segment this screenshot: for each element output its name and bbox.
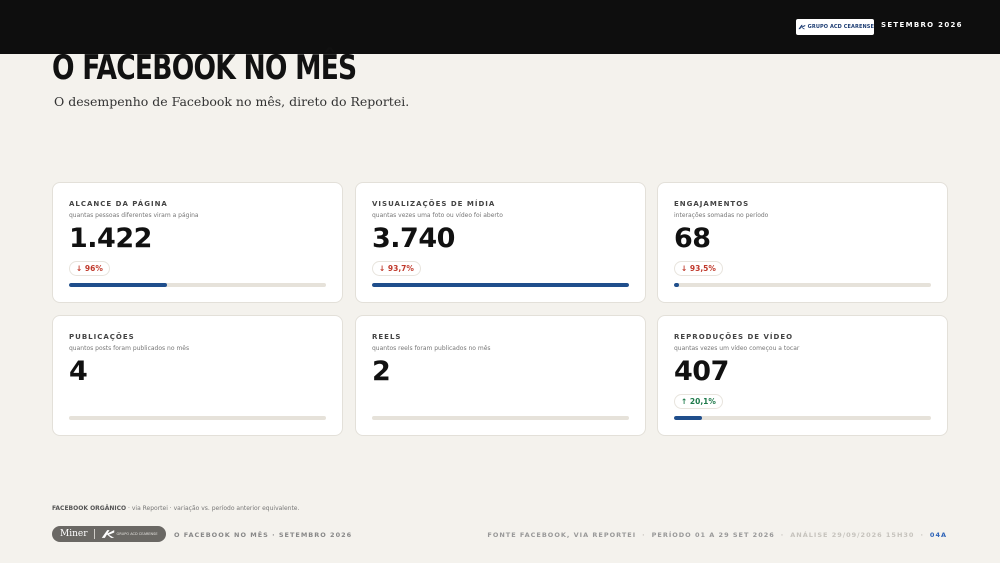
metric-card-alcance: ALCANCE DA PÁGINA quantas pessoas difere…	[52, 182, 343, 303]
metric-description: quantos reels foram publicados no mês	[372, 345, 491, 352]
progress-fill	[674, 416, 703, 420]
metric-card-reels: REELS quantos reels foram publicados no …	[355, 315, 646, 436]
change-badge: ↓ 96%	[69, 261, 110, 276]
footer-separator: ·	[920, 531, 924, 539]
footer-meta: FONTE FACEBOOK, VIA REPORTEI · PERÍODO 0…	[487, 531, 947, 539]
progress-fill	[372, 283, 629, 287]
header-period: SETEMBRO 2026	[881, 21, 963, 29]
metric-label: ALCANCE DA PÁGINA	[69, 200, 168, 208]
change-badge: ↑ 20,1%	[674, 394, 723, 409]
metric-label: REELS	[372, 333, 402, 341]
change-badge: ↓ 93,5%	[674, 261, 723, 276]
footnote-text: · via Reportei · variação vs. período an…	[126, 505, 300, 512]
metric-value: 1.422	[69, 223, 152, 254]
brand-logo: GRUPO ACD CEARENSE	[796, 19, 874, 35]
footer-page-number: 04A	[929, 531, 947, 539]
footer-analysis: ANÁLISE 29/09/2026 15H30	[790, 531, 915, 539]
metric-description: quantas pessoas diferentes viram a págin…	[69, 212, 199, 219]
partner-mark-icon	[101, 530, 114, 538]
metric-card-reproducoes: REPRODUÇÕES DE VÍDEO quantas vezes um ví…	[657, 315, 948, 436]
change-badge: ↓ 93,7%	[372, 261, 421, 276]
metric-label: PUBLICAÇÕES	[69, 333, 135, 341]
progress-fill	[69, 283, 167, 287]
progress-track	[372, 283, 629, 287]
brand-logo-text: GRUPO ACD CEARENSE	[807, 24, 874, 30]
footer-logo: Miner GRUPO ACD CEARENSE	[52, 526, 166, 542]
metric-card-engajamentos: ENGAJAMENTOS interações somadas no perío…	[657, 182, 948, 303]
metric-value: 68	[674, 223, 711, 254]
footnote-source: FACEBOOK ORGÂNICO	[52, 505, 127, 512]
footnote: FACEBOOK ORGÂNICO · via Reportei · varia…	[52, 505, 299, 512]
progress-fill	[674, 283, 680, 287]
metric-value: 4	[69, 356, 88, 387]
footer-period: PERÍODO 01 A 29 SET 2026	[651, 531, 775, 539]
metric-value: 3.740	[372, 223, 455, 254]
footer-source: FONTE FACEBOOK, VIA REPORTEI	[487, 531, 637, 539]
footer-logo-text: Miner	[60, 529, 88, 539]
footer-logo-partner: GRUPO ACD CEARENSE	[116, 532, 158, 536]
page-subtitle: O desempenho de Facebook no mês, direto …	[54, 94, 410, 109]
progress-track	[674, 283, 931, 287]
progress-track	[69, 283, 326, 287]
metric-description: quantas vezes uma foto ou vídeo foi aber…	[372, 212, 503, 219]
progress-track	[372, 416, 629, 420]
metric-card-publicacoes: PUBLICAÇÕES quantos posts foram publicad…	[52, 315, 343, 436]
metric-value: 2	[372, 356, 391, 387]
metric-description: interações somadas no período	[674, 212, 769, 219]
footer-logo-divider	[93, 529, 95, 539]
metric-label: REPRODUÇÕES DE VÍDEO	[674, 333, 794, 341]
metric-label: VISUALIZAÇÕES DE MÍDIA	[372, 200, 496, 208]
brand-mark-icon	[798, 24, 806, 30]
metric-label: ENGAJAMENTOS	[674, 200, 750, 208]
progress-track	[674, 416, 931, 420]
metric-description: quantos posts foram publicados no mês	[69, 345, 190, 352]
metric-card-visualizacoes: VISUALIZAÇÕES DE MÍDIA quantas vezes uma…	[355, 182, 646, 303]
metric-value: 407	[674, 356, 729, 387]
metric-description: quantas vezes um vídeo começou a tocar	[674, 345, 800, 352]
footer-separator: ·	[642, 531, 646, 539]
progress-track	[69, 416, 326, 420]
footer-section-label: O FACEBOOK NO MÊS · SETEMBRO 2026	[174, 531, 353, 539]
page-title: O FACEBOOK NO MÊS	[52, 48, 357, 88]
footer-separator: ·	[780, 531, 785, 539]
